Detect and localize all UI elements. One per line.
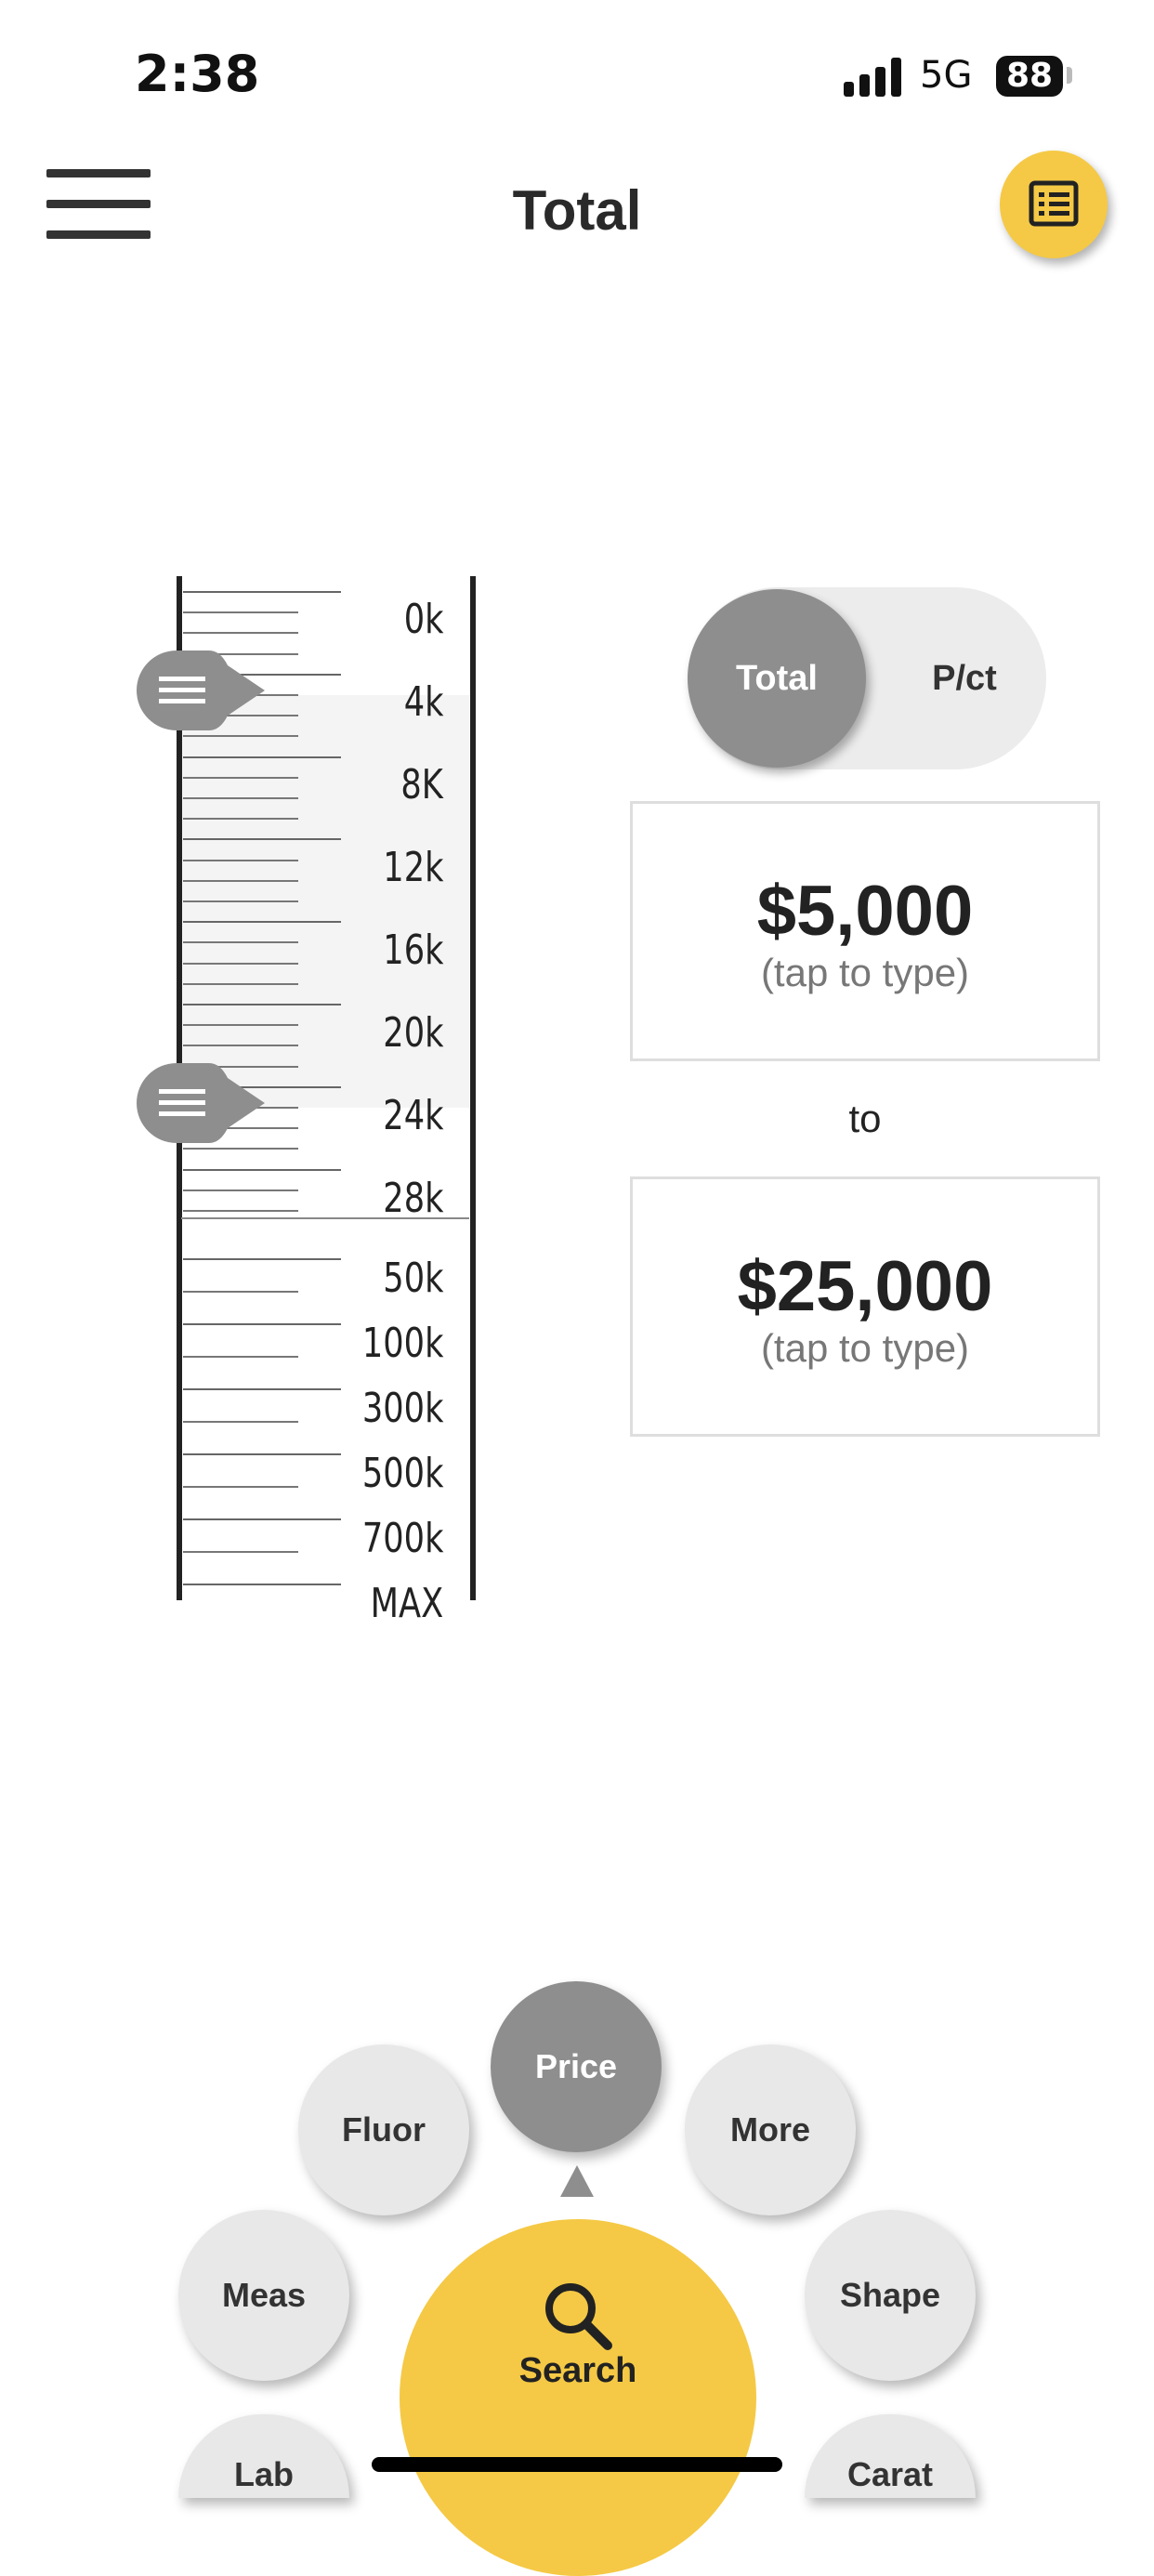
slider-tick	[183, 756, 341, 758]
slider-tick	[183, 735, 298, 738]
signal-icon	[844, 58, 903, 97]
nav-meas[interactable]: Meas	[178, 2210, 349, 2381]
status-time: 2:38	[135, 45, 260, 103]
min-price-value: $5,000	[756, 872, 974, 951]
range-connector: to	[848, 1097, 882, 1140]
slider-right-rail	[470, 576, 476, 1600]
scale-label: MAX	[370, 1580, 443, 1627]
search-icon	[545, 2283, 612, 2350]
slider-tick	[183, 611, 298, 614]
scale-label: 16k	[382, 927, 443, 974]
slider-tick	[183, 900, 298, 902]
slider-tick	[183, 921, 341, 924]
nav-price[interactable]: Price	[491, 1981, 662, 2152]
scale-label: 50k	[382, 1255, 443, 1302]
slider-tick	[183, 962, 298, 965]
slider-tick	[183, 1584, 341, 1585]
max-price-value: $25,000	[737, 1247, 993, 1326]
max-price-hint: (tap to type)	[760, 1326, 970, 1370]
search-label: Search	[518, 2351, 637, 2390]
slider-tick	[183, 776, 298, 779]
nav-lab[interactable]: Lab	[178, 2414, 349, 2498]
slider-tick	[183, 1551, 298, 1553]
slider-tick	[183, 879, 298, 882]
slider-tick	[183, 1323, 341, 1325]
min-slider-handle[interactable]	[135, 649, 265, 732]
scale-label: 20k	[382, 1009, 443, 1057]
scale-label: 24k	[382, 1092, 443, 1139]
scale-label: 28k	[382, 1175, 443, 1222]
nav-more[interactable]: More	[685, 2044, 856, 2215]
home-indicator[interactable]	[372, 2457, 782, 2472]
page-title: Total	[512, 179, 642, 242]
battery-cap	[1067, 67, 1072, 84]
slider-tick	[183, 838, 341, 841]
slider-tick	[183, 1210, 298, 1212]
max-slider-handle[interactable]	[135, 1061, 265, 1145]
slider-tick	[183, 1291, 298, 1293]
search-button[interactable]	[400, 2219, 756, 2576]
slider-tick	[183, 1453, 341, 1455]
slider-tick	[183, 1045, 298, 1047]
slider-tick	[183, 982, 298, 985]
slider-tick	[183, 1189, 298, 1191]
nav-fluor[interactable]: Fluor	[298, 2044, 469, 2215]
slider-tick	[183, 1356, 298, 1358]
slider-tick	[183, 1421, 298, 1423]
scale-label: 700k	[361, 1515, 443, 1562]
slider-tick	[183, 797, 298, 799]
slider-tick	[183, 818, 298, 821]
slider-tick	[183, 591, 341, 593]
scale-label: 8K	[400, 761, 443, 808]
list-button[interactable]	[1000, 151, 1108, 258]
slider-tick	[183, 632, 298, 635]
slider-tick	[183, 1518, 341, 1520]
min-price-hint: (tap to type)	[760, 951, 970, 994]
slider-tick	[183, 941, 298, 944]
scale-label: 500k	[361, 1450, 443, 1497]
slider-tick	[183, 1004, 341, 1005]
network-type: 5G	[920, 54, 973, 97]
slider-tick	[183, 1148, 298, 1150]
scale-label: 300k	[361, 1385, 443, 1432]
slider-tick	[183, 859, 298, 861]
slider-tick	[183, 1168, 341, 1171]
toggle-per-carat[interactable]: P/ct	[883, 587, 1046, 769]
toggle-total[interactable]: Total	[688, 589, 866, 768]
battery-icon: 88	[996, 56, 1063, 97]
active-indicator-arrow	[560, 2165, 594, 2197]
scale-label: 100k	[361, 1320, 443, 1367]
slider-tick	[183, 1024, 298, 1027]
slider-tick	[183, 1258, 341, 1260]
max-price-box[interactable]: $25,000 (tap to type)	[630, 1176, 1100, 1437]
scale-label: 12k	[382, 844, 443, 891]
scale-label: 0k	[403, 596, 443, 643]
slider-tick	[183, 1388, 341, 1390]
min-price-box[interactable]: $5,000 (tap to type)	[630, 801, 1100, 1061]
list-icon	[1029, 180, 1079, 227]
slider-tick	[183, 1486, 298, 1488]
nav-carat[interactable]: Carat	[805, 2414, 976, 2498]
nav-shape[interactable]: Shape	[805, 2210, 976, 2381]
scale-label: 4k	[403, 678, 443, 726]
